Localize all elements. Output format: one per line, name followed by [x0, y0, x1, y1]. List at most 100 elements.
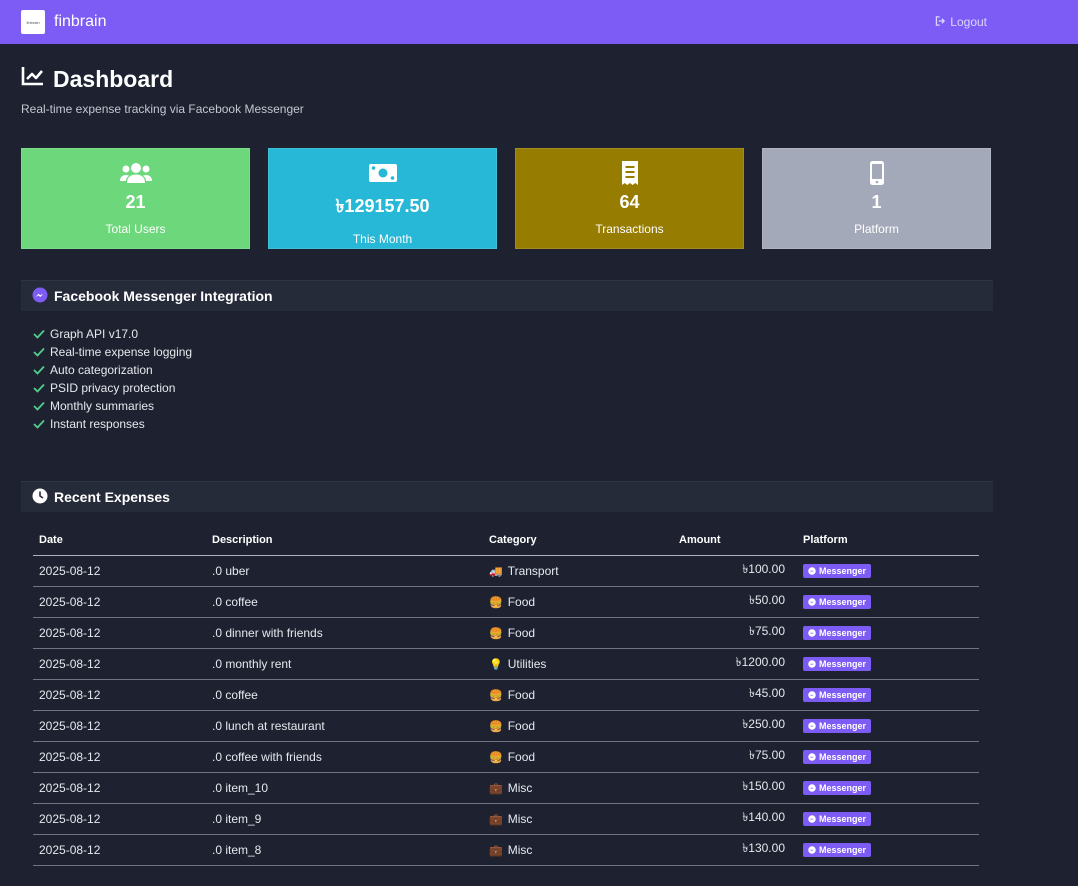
- table-row[interactable]: 2025-08-12.0 monthly rent 💡 Utilities ৳1200…: [33, 648, 979, 680]
- expense-platform: Messenger: [797, 679, 979, 711]
- platform-label: Messenger: [819, 565, 867, 576]
- feature-label: Graph API v17.0: [50, 327, 139, 341]
- category-icon: 🍔: [489, 720, 503, 733]
- platform-badge: Messenger: [803, 656, 872, 671]
- feature-item: Instant responses: [33, 415, 981, 433]
- logout-link[interactable]: Logout: [935, 15, 987, 29]
- feature-item: Real-time expense logging: [33, 343, 981, 361]
- check-icon: [33, 419, 45, 429]
- expense-platform: Messenger: [797, 617, 979, 649]
- expense-description: .0 coffee: [206, 586, 483, 618]
- check-icon: [33, 383, 45, 393]
- expense-platform: Messenger: [797, 555, 979, 587]
- expense-platform: Messenger: [797, 803, 979, 835]
- logout-icon: [935, 15, 946, 29]
- integration-card: Facebook Messenger Integration Graph API…: [21, 280, 993, 433]
- brand[interactable]: finbrain finbrain: [21, 10, 106, 34]
- expense-date: 2025-08-12: [33, 741, 206, 773]
- page-title: Dashboard: [21, 64, 1057, 94]
- messenger-icon: [808, 752, 816, 761]
- category-label: Food: [507, 749, 536, 764]
- recent-expenses-title: Recent Expenses: [54, 489, 170, 505]
- table-row[interactable]: 2025-08-12.0 item_8 💼 Misc ৳130.00 Messenger: [33, 834, 979, 866]
- stat-label: Total Users: [105, 222, 166, 236]
- platform-badge: Messenger: [803, 625, 872, 640]
- expense-amount: ৳45.00: [653, 679, 797, 711]
- feature-item: Auto categorization: [33, 361, 981, 379]
- messenger-icon: [808, 721, 816, 730]
- column-header-category: Category: [483, 526, 653, 556]
- expense-amount: ৳140.00: [653, 803, 797, 835]
- category-label: Food: [507, 594, 536, 609]
- expense-category: 🍔 Food: [483, 710, 653, 742]
- brand-logo: finbrain: [21, 10, 45, 34]
- expense-amount: ৳75.00: [653, 617, 797, 649]
- platform-label: Messenger: [819, 844, 867, 855]
- expense-category: 💼 Misc: [483, 834, 653, 866]
- expense-date: 2025-08-12: [33, 772, 206, 804]
- column-header-platform: Platform: [797, 526, 979, 556]
- expense-category: 🍔 Food: [483, 741, 653, 773]
- table-row[interactable]: 2025-08-12.0 item_10 💼 Misc ৳150.00 Messenge…: [33, 772, 979, 804]
- expense-date: 2025-08-12: [33, 648, 206, 680]
- category-icon: 💼: [489, 813, 503, 826]
- platform-badge: Messenger: [803, 687, 872, 702]
- messenger-icon: [808, 690, 816, 699]
- expense-category: 💡 Utilities: [483, 648, 653, 680]
- category-icon: 🚚: [489, 565, 503, 578]
- table-row[interactable]: 2025-08-12.0 lunch at restaurant 🍔 Food ৳25…: [33, 710, 979, 742]
- category-icon: 💼: [489, 844, 503, 857]
- platform-label: Messenger: [819, 720, 867, 731]
- table-row[interactable]: 2025-08-12.0 item_9 💼 Misc ৳140.00 Messenger: [33, 803, 979, 835]
- expense-platform: Messenger: [797, 710, 979, 742]
- expense-description: .0 monthly rent: [206, 648, 483, 680]
- platform-badge: Messenger: [803, 780, 872, 795]
- expense-amount: ৳100.00: [653, 555, 797, 587]
- messenger-icon: [32, 287, 48, 306]
- expenses-table-body: 2025-08-12.0 uber 🚚 Transport ৳100.00 Messen…: [33, 555, 979, 866]
- table-row[interactable]: 2025-08-12.0 dinner with friends 🍔 Food ৳75…: [33, 617, 979, 649]
- table-row[interactable]: 2025-08-12.0 uber 🚚 Transport ৳100.00 Messen…: [33, 555, 979, 587]
- stat-value: 64: [619, 192, 640, 212]
- expense-date: 2025-08-12: [33, 679, 206, 711]
- category-label: Food: [507, 625, 536, 640]
- table-row[interactable]: 2025-08-12.0 coffee 🍔 Food ৳50.00 Messenger: [33, 586, 979, 618]
- expense-category: 🍔 Food: [483, 617, 653, 649]
- platform-label: Messenger: [819, 689, 867, 700]
- table-row[interactable]: 2025-08-12.0 coffee 🍔 Food ৳45.00 Messenger: [33, 679, 979, 711]
- feature-list: Graph API v17.0 Real-time expense loggin…: [21, 311, 993, 433]
- logout-label: Logout: [950, 15, 987, 29]
- platform-label: Messenger: [819, 782, 867, 793]
- category-label: Food: [507, 687, 536, 702]
- category-label: Misc: [507, 842, 533, 857]
- expense-amount: ৳150.00: [653, 772, 797, 804]
- check-icon: [33, 365, 45, 375]
- category-icon: 💼: [489, 782, 503, 795]
- platform-label: Messenger: [819, 658, 867, 669]
- check-icon: [33, 347, 45, 357]
- users-icon: [119, 160, 152, 186]
- recent-expenses-card: Recent Expenses Date Description Categor…: [21, 481, 993, 866]
- feature-label: Real-time expense logging: [50, 345, 193, 359]
- mobile-icon: [869, 160, 885, 186]
- expense-date: 2025-08-12: [33, 834, 206, 866]
- expense-description: .0 item_10: [206, 772, 483, 804]
- expenses-table: Date Description Category Amount Platfor…: [33, 526, 979, 866]
- page-subtitle: Real-time expense tracking via Facebook …: [21, 102, 304, 116]
- expense-category: 🍔 Food: [483, 679, 653, 711]
- stat-platform: 1 Platform: [762, 148, 991, 249]
- table-row[interactable]: 2025-08-12.0 coffee with friends 🍔 Food ৳75…: [33, 741, 979, 773]
- check-icon: [33, 401, 45, 411]
- stat-label: Platform: [854, 222, 899, 236]
- expense-amount: ৳250.00: [653, 710, 797, 742]
- main-content: Dashboard Real-time expense tracking via…: [0, 44, 1078, 866]
- expense-category: 🍔 Food: [483, 586, 653, 618]
- expense-amount: ৳130.00: [653, 834, 797, 866]
- stat-label: This Month: [352, 232, 413, 246]
- messenger-icon: [808, 783, 816, 792]
- expense-date: 2025-08-12: [33, 710, 206, 742]
- messenger-icon: [808, 597, 816, 606]
- stat-value: 21: [125, 192, 146, 212]
- expense-platform: Messenger: [797, 648, 979, 680]
- column-header-description: Description: [206, 526, 483, 556]
